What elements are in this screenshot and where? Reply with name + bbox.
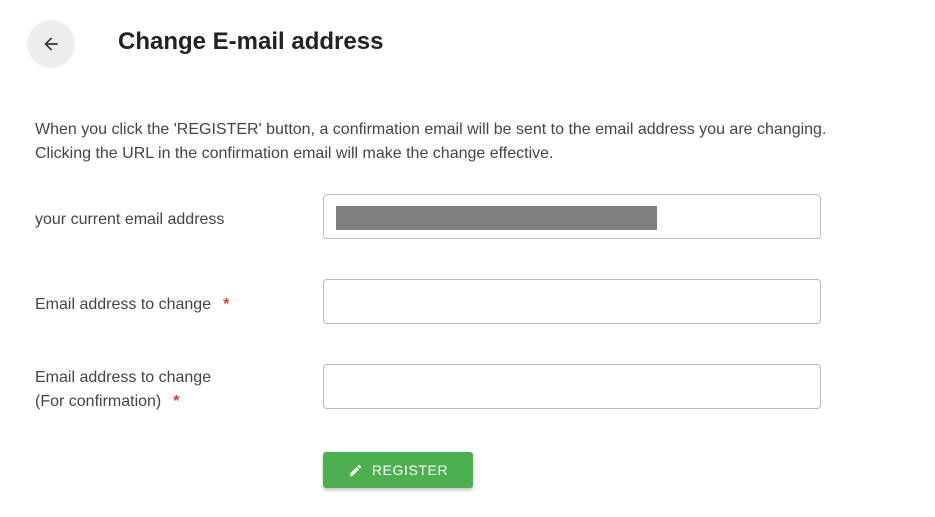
current-email-value-redacted [336, 206, 657, 230]
confirm-email-label-line-2: (For confirmation) [35, 393, 162, 410]
back-button[interactable] [27, 20, 75, 68]
description-line-1: When you click the 'REGISTER' button, a … [35, 121, 827, 138]
new-email-label-text: Email address to change [35, 296, 212, 313]
new-email-row: Email address to change * [35, 279, 835, 326]
current-email-label: your current email address [35, 211, 225, 228]
description-line-2: Clicking the URL in the confirmation ema… [35, 145, 554, 162]
confirm-email-row: Email address to change (For confirmatio… [35, 364, 835, 411]
new-email-field[interactable] [323, 279, 821, 324]
confirm-email-input[interactable] [324, 365, 820, 408]
confirm-email-label: Email address to change (For confirmatio… [35, 366, 211, 414]
register-button-label: REGISTER [371, 462, 449, 478]
pencil-icon [349, 464, 361, 476]
new-email-label: Email address to change * [35, 293, 229, 317]
new-email-input[interactable] [324, 280, 820, 323]
arrow-left-icon [44, 37, 58, 51]
register-button[interactable]: REGISTER [323, 452, 473, 488]
confirm-email-label-line-1: Email address to change [35, 369, 212, 386]
current-email-field [323, 194, 821, 239]
page-title: Change E-mail address [118, 28, 384, 55]
required-marker: * [173, 393, 180, 410]
description: When you click the 'REGISTER' button, a … [35, 118, 925, 166]
confirm-email-field[interactable] [323, 364, 821, 409]
current-email-row: your current email address [35, 194, 835, 241]
confirm-email-label-line-2-wrap: (For confirmation) * [35, 390, 211, 414]
required-marker: * [223, 296, 230, 313]
